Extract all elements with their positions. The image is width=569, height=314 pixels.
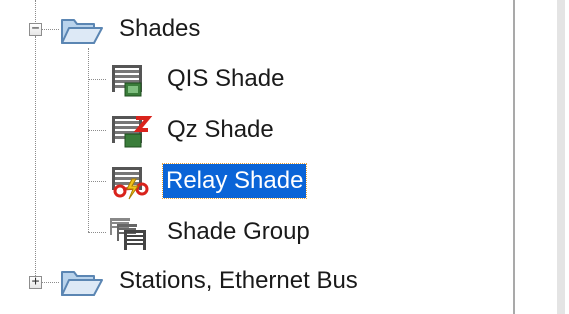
tree-node-label[interactable]: Shade Group xyxy=(164,215,313,249)
qz-shade-icon xyxy=(112,116,153,148)
tree-node-relay-shade[interactable]: Relay Shade xyxy=(0,162,513,202)
tree-node-label-selected[interactable]: Relay Shade xyxy=(161,163,308,199)
tree-node-stations-ethernet-bus[interactable]: + Stations, Ethernet Bus xyxy=(0,262,513,302)
relay-shade-icon xyxy=(112,167,149,200)
tree-node-label[interactable]: Stations, Ethernet Bus xyxy=(116,264,361,298)
tree-node-label[interactable]: Qz Shade xyxy=(164,113,277,147)
tree-node-shades[interactable]: − Shades xyxy=(0,10,513,50)
scrollbar[interactable] xyxy=(557,0,565,314)
tree-node-qis-shade[interactable]: QIS Shade xyxy=(0,60,513,100)
folder-icon xyxy=(61,271,103,296)
tree-node-qz-shade[interactable]: Qz Shade xyxy=(0,111,513,151)
shade-group-icon xyxy=(110,218,146,250)
tree-node-shade-group[interactable]: Shade Group xyxy=(0,213,513,253)
tree-node-label[interactable]: Shades xyxy=(116,12,203,46)
tree-view[interactable]: − Shades QIS Shade Qz Shade Relay Shade … xyxy=(0,0,515,314)
qis-shade-icon xyxy=(112,65,142,97)
expand-toggle[interactable]: + xyxy=(29,275,42,289)
tree-node-label[interactable]: QIS Shade xyxy=(164,62,287,96)
collapse-toggle[interactable]: − xyxy=(29,22,42,36)
folder-open-icon xyxy=(61,19,103,44)
